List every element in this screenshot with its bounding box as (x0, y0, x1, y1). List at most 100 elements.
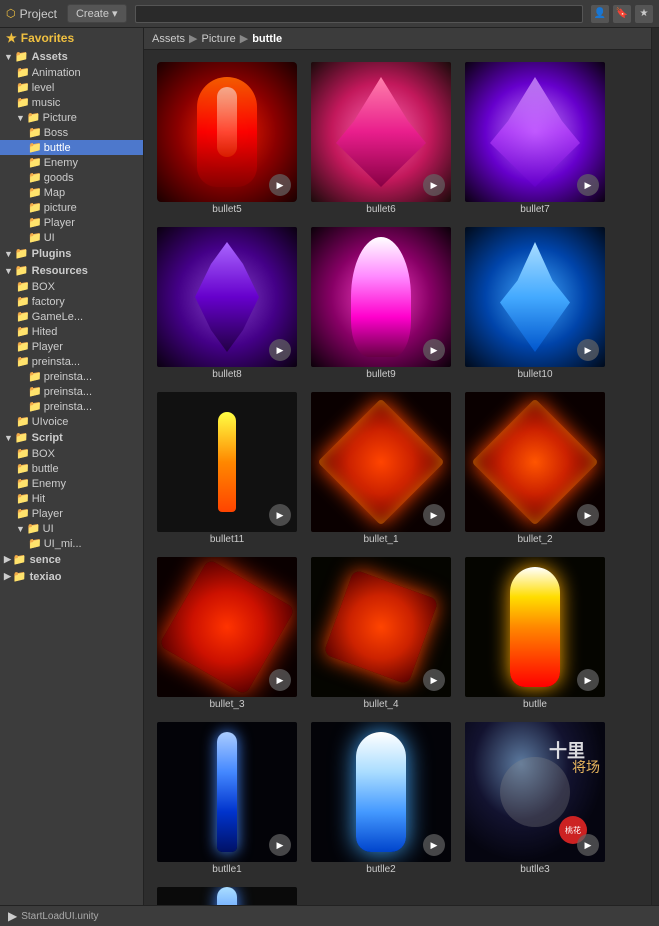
play-button-bullet11[interactable]: ▶ (269, 504, 291, 526)
thumb-butlle: ▶ (465, 557, 605, 697)
sence-section-header[interactable]: ▶ 📁 sence (0, 551, 143, 568)
sidebar-item-ui-assets[interactable]: 📁 UI (0, 230, 143, 245)
grid-item-bullet9[interactable]: ▶ bullet9 (306, 223, 456, 384)
grid-item-butlle3[interactable]: 十里 将场 桃花 ▶ butlle3 (460, 718, 610, 879)
play-button-bullet7[interactable]: ▶ (577, 174, 599, 196)
grid-item-bullet10[interactable]: ▶ bullet10 (460, 223, 610, 384)
sidebar-item-preinsta4[interactable]: 📁 preinsta... (0, 399, 143, 414)
play-button-butlle3[interactable]: ▶ (577, 834, 599, 856)
folder-icon: 📁 (16, 325, 30, 338)
play-button-butlle2[interactable]: ▶ (423, 834, 445, 856)
grid-item-bullet5[interactable]: ▶ bullet5 (152, 58, 302, 219)
sidebar-item-boss[interactable]: 📁 Boss (0, 125, 143, 140)
play-button-butlle1[interactable]: ▶ (269, 834, 291, 856)
scrollbar[interactable] (651, 28, 659, 905)
sidebar-item-box-res[interactable]: 📁 BOX (0, 279, 143, 294)
sidebar-item-preinsta2[interactable]: 📁 preinsta... (0, 369, 143, 384)
grid-item-bullet-3[interactable]: ▶ bullet_3 (152, 553, 302, 714)
play-button-bullet10[interactable]: ▶ (577, 339, 599, 361)
grid-item-butlle2[interactable]: ▶ butlle2 (306, 718, 456, 879)
play-button-bullet5[interactable]: ▶ (269, 174, 291, 196)
sidebar-item-label: Animation (32, 67, 81, 79)
grid-item-bullet11[interactable]: ▶ bullet11 (152, 388, 302, 549)
sidebar-item-factory[interactable]: 📁 factory (0, 294, 143, 309)
breadcrumb-assets[interactable]: Assets (152, 33, 185, 45)
sidebar-item-label: BOX (32, 281, 55, 293)
folder-icon: 📁 (16, 415, 30, 428)
sidebar-item-ui-mi[interactable]: 📁 UI_mi... (0, 536, 143, 551)
account-icon[interactable]: 👤 (591, 5, 609, 23)
folder-icon: 📁 (28, 370, 42, 383)
breadcrumb-picture[interactable]: Picture (201, 33, 235, 45)
sidebar-item-picture2[interactable]: 📁 picture (0, 200, 143, 215)
sidebar-item-map[interactable]: 📁 Map (0, 185, 143, 200)
sidebar-item-picture[interactable]: ▼ 📁 Picture (0, 110, 143, 125)
create-button[interactable]: Create ▾ (67, 4, 127, 23)
sence-label: sence (30, 554, 61, 566)
sidebar-item-enemy[interactable]: 📁 Enemy (0, 155, 143, 170)
sidebar-item-music[interactable]: 📁 music (0, 95, 143, 110)
play-button-bullet-2[interactable]: ▶ (577, 504, 599, 526)
bullet11-visual (218, 412, 236, 512)
butlle1-visual (217, 732, 237, 852)
sidebar-item-label: preinsta... (44, 386, 92, 398)
plugins-section-header[interactable]: ▼ 📁 Plugins (0, 245, 143, 262)
folder-icon: 📁 (16, 507, 30, 520)
sidebar-item-box-script[interactable]: 📁 BOX (0, 446, 143, 461)
grid-item-bullet7[interactable]: ▶ bullet7 (460, 58, 610, 219)
sidebar-item-hited[interactable]: 📁 Hited (0, 324, 143, 339)
thumb-bullet8: ▶ (157, 227, 297, 367)
sidebar-item-gamele[interactable]: 📁 GameLe... (0, 309, 143, 324)
bullet10-visual (500, 242, 570, 352)
sidebar-item-level[interactable]: 📁 level (0, 80, 143, 95)
sidebar-item-hit[interactable]: 📁 Hit (0, 491, 143, 506)
sidebar-item-preinsta1[interactable]: 📁 preinsta... (0, 354, 143, 369)
play-button-bullet-3[interactable]: ▶ (269, 669, 291, 691)
play-button-butlle[interactable]: ▶ (577, 669, 599, 691)
grid-item-bullet8[interactable]: ▶ bullet8 (152, 223, 302, 384)
sidebar-item-ui-script[interactable]: ▼ 📁 UI (0, 521, 143, 536)
texiao-section-header[interactable]: ▶ 📁 texiao (0, 568, 143, 585)
grid-item-butlle1[interactable]: ▶ butlle1 (152, 718, 302, 879)
sidebar-item-goods[interactable]: 📁 goods (0, 170, 143, 185)
bookmark-icon[interactable]: 🔖 (613, 5, 631, 23)
sidebar-item-animation[interactable]: 📁 Animation (0, 65, 143, 80)
grid-item-bullet-1[interactable]: ▶ bullet_1 (306, 388, 456, 549)
sidebar-item-uivoice[interactable]: 📁 UIvoice (0, 414, 143, 429)
sidebar-item-player-res[interactable]: 📁 Player (0, 339, 143, 354)
folder-icon: 📁 (28, 537, 42, 550)
grid-item-butlle[interactable]: ▶ butlle (460, 553, 610, 714)
script-section-header[interactable]: ▼ 📁 Script (0, 429, 143, 446)
resources-section-header[interactable]: ▼ 📁 Resources (0, 262, 143, 279)
folder-icon: 📁 (28, 216, 42, 229)
grid-item-bullet-2[interactable]: ▶ bullet_2 (460, 388, 610, 549)
script-label: Script (32, 432, 63, 444)
star-icon[interactable]: ★ (635, 5, 653, 23)
thumb-butlle3: 十里 将场 桃花 ▶ (465, 722, 605, 862)
project-icon: ⬡ (6, 7, 16, 20)
sidebar-item-buttle[interactable]: 📁 buttle (0, 140, 143, 155)
folder-icon: 📁 (16, 280, 30, 293)
play-button-bullet-4[interactable]: ▶ (423, 669, 445, 691)
grid-item-partial[interactable]: ▶ (152, 883, 302, 905)
sidebar-item-label: picture (44, 202, 77, 214)
favorites-section[interactable]: ★ Favorites (0, 28, 143, 48)
sidebar-item-preinsta3[interactable]: 📁 preinsta... (0, 384, 143, 399)
grid-item-bullet-4[interactable]: ▶ bullet_4 (306, 553, 456, 714)
folder-icon: 📁 (28, 126, 42, 139)
sidebar-item-buttle-script[interactable]: 📁 buttle (0, 461, 143, 476)
folder-icon: 📁 (16, 355, 30, 368)
play-button-bullet-1[interactable]: ▶ (423, 504, 445, 526)
play-button-bullet8[interactable]: ▶ (269, 339, 291, 361)
play-button-bullet9[interactable]: ▶ (423, 339, 445, 361)
sidebar-item-label: preinsta... (44, 401, 92, 413)
grid-item-bullet6[interactable]: ▶ bullet6 (306, 58, 456, 219)
sidebar-item-player-assets[interactable]: 📁 Player (0, 215, 143, 230)
sidebar-item-label: Picture (43, 112, 77, 124)
sidebar-item-enemy-script[interactable]: 📁 Enemy (0, 476, 143, 491)
play-button-bullet6[interactable]: ▶ (423, 174, 445, 196)
label-bullet-3: bullet_3 (209, 699, 244, 710)
sidebar-item-player-script[interactable]: 📁 Player (0, 506, 143, 521)
search-input[interactable] (135, 5, 583, 23)
assets-section-header[interactable]: ▼ 📁 Assets (0, 48, 143, 65)
